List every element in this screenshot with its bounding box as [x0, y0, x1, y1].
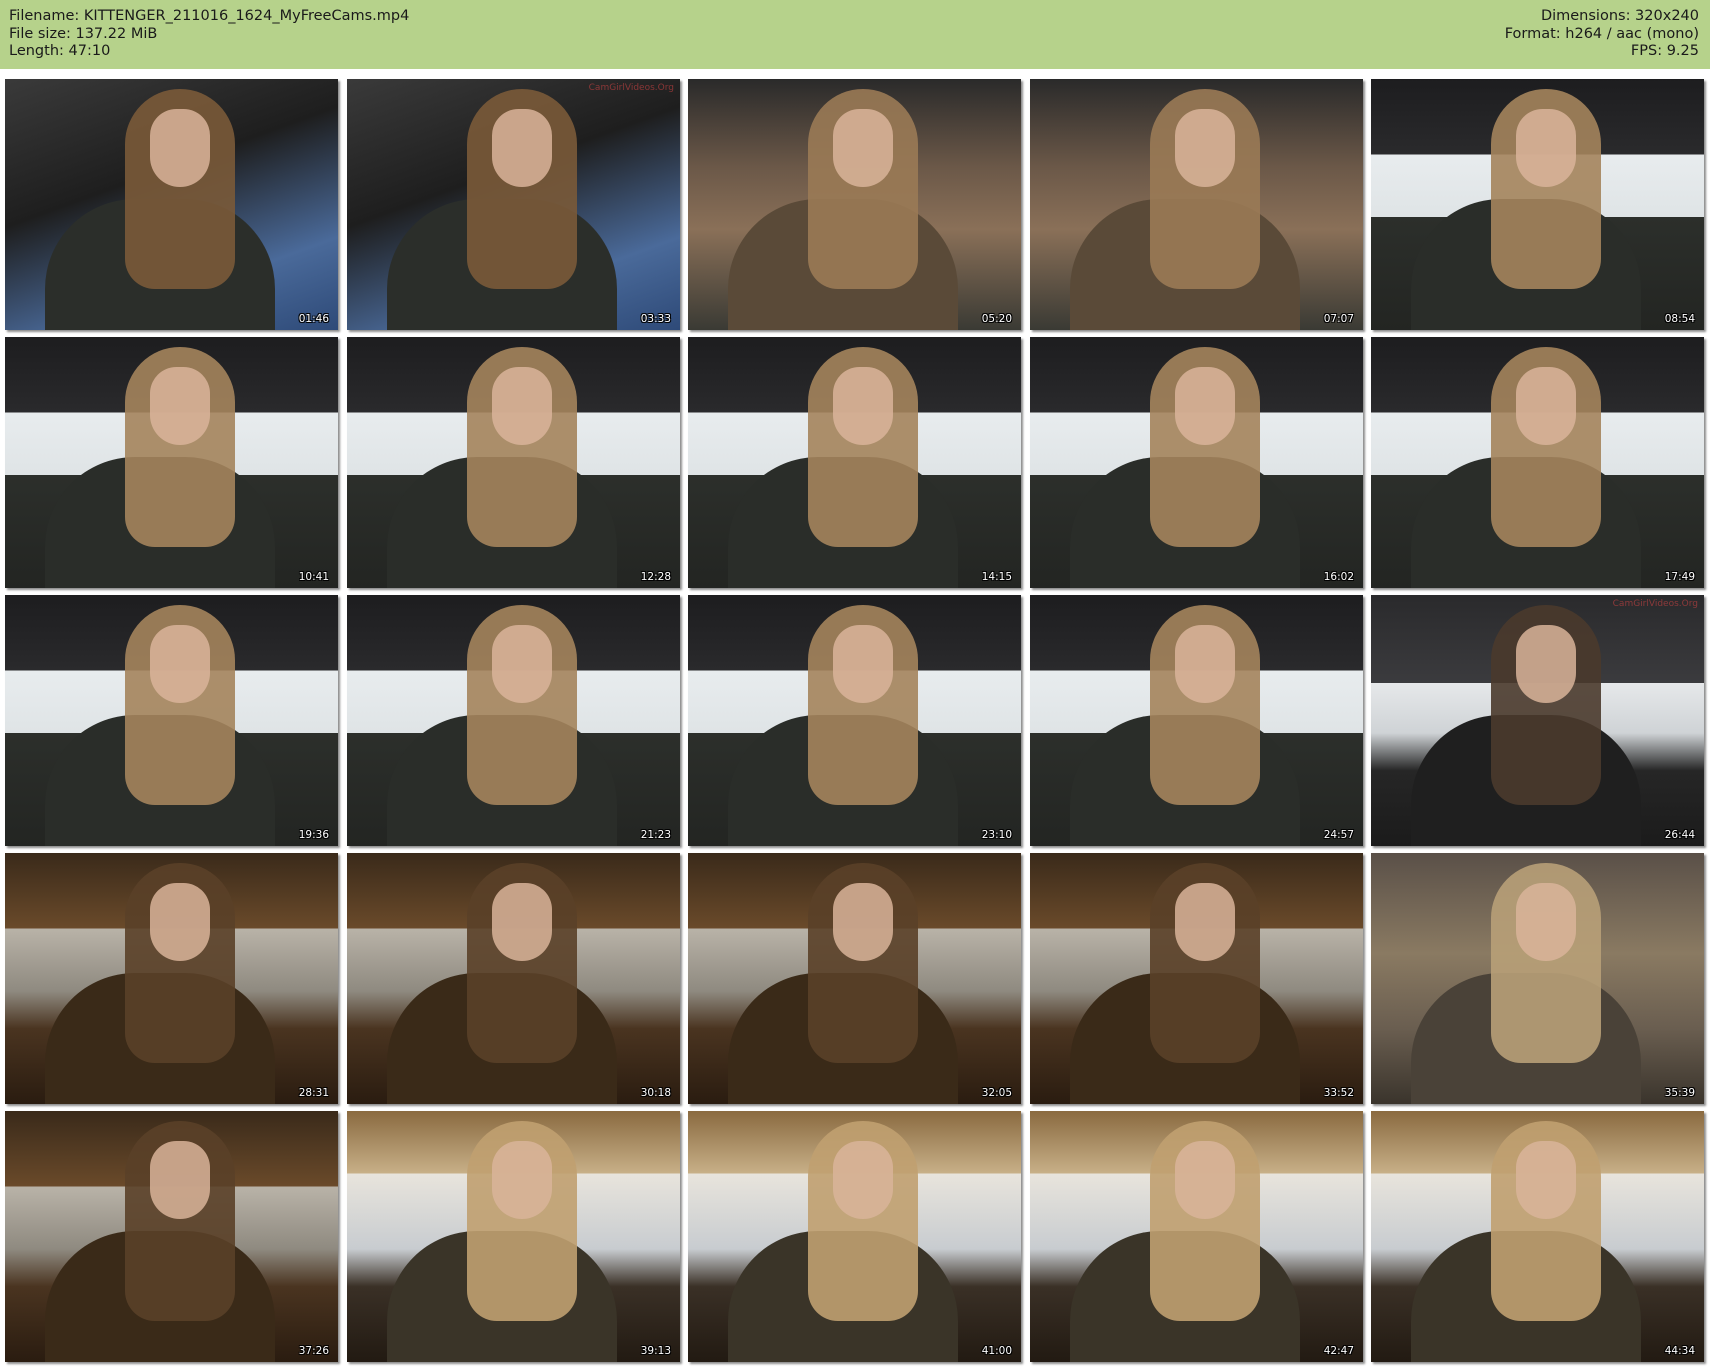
figure-face [150, 1141, 210, 1219]
format-label: Format: h264 / aac (mono) [1504, 25, 1699, 42]
thumbnail-frame: 35:39 [1371, 853, 1704, 1104]
timestamp-label: 12:28 [640, 571, 671, 583]
figure-face [833, 367, 893, 445]
timestamp-label: 33:52 [1323, 1087, 1354, 1099]
timestamp-label: 05:20 [981, 313, 1012, 325]
figure-face [492, 109, 552, 187]
thumbnail-frame: 23:10 [688, 595, 1021, 846]
thumbnail-frame: 42:47 [1030, 1111, 1363, 1362]
thumbnail-frame: 10:41 [5, 337, 338, 588]
timestamp-label: 41:00 [981, 1345, 1012, 1357]
figure-face [1516, 1141, 1576, 1219]
timestamp-label: 30:18 [640, 1087, 671, 1099]
media-info: Dimensions: 320x240 Format: h264 / aac (… [1505, 8, 1699, 61]
timestamp-label: 28:31 [298, 1087, 329, 1099]
timestamp-label: 01:46 [298, 313, 329, 325]
figure-face [1175, 883, 1235, 961]
thumbnail-frame: 44:34 [1371, 1111, 1704, 1362]
timestamp-label: 44:34 [1664, 1345, 1695, 1357]
thumbnail-frame: 05:20 [688, 79, 1021, 330]
thumbnail-frame: 01:46 [5, 79, 338, 330]
thumbnail-frame: 08:54 [1371, 79, 1704, 330]
thumbnail-frame: CamGirlVideos.Org 03:33 [347, 79, 680, 330]
thumbnail-frame: 17:49 [1371, 337, 1704, 588]
thumbnail-frame: 28:31 [5, 853, 338, 1104]
thumbnail-frame: 32:05 [688, 853, 1021, 1104]
figure-face [1516, 883, 1576, 961]
thumbnail-frame: 41:00 [688, 1111, 1021, 1362]
figure-face [150, 883, 210, 961]
thumbnail-frame: 07:07 [1030, 79, 1363, 330]
thumbnail-frame: 30:18 [347, 853, 680, 1104]
figure-face [1175, 109, 1235, 187]
thumbnail-frame: 24:57 [1030, 595, 1363, 846]
timestamp-label: 32:05 [981, 1087, 1012, 1099]
timestamp-label: 23:10 [981, 829, 1012, 841]
timestamp-label: 07:07 [1323, 313, 1354, 325]
thumbnail-frame: 16:02 [1030, 337, 1363, 588]
figure-face [1175, 625, 1235, 703]
thumbnail-frame: 14:15 [688, 337, 1021, 588]
thumbnail-frame: CamGirlVideos.Org 26:44 [1371, 595, 1704, 846]
figure-face [150, 367, 210, 445]
timestamp-label: 26:44 [1664, 829, 1695, 841]
info-header: Filename: KITTENGER_211016_1624_MyFreeCa… [0, 0, 1710, 69]
timestamp-label: 21:23 [640, 829, 671, 841]
dimensions-label: Dimensions: 320x240 [1540, 8, 1699, 24]
length-label: Length: 47:10 [9, 43, 111, 59]
timestamp-label: 03:33 [640, 313, 671, 325]
figure-face [833, 1141, 893, 1219]
thumbnail-frame: 12:28 [347, 337, 680, 588]
figure-face [150, 625, 210, 703]
figure-face [1175, 1141, 1235, 1219]
thumbnail-frame: 37:26 [5, 1111, 338, 1362]
fps-label: FPS: 9.25 [1630, 43, 1699, 59]
timestamp-label: 39:13 [640, 1345, 671, 1357]
timestamp-label: 24:57 [1323, 829, 1354, 841]
file-info: Filename: KITTENGER_211016_1624_MyFreeCa… [9, 8, 409, 61]
timestamp-label: 35:39 [1664, 1087, 1695, 1099]
figure-face [1516, 109, 1576, 187]
figure-face [1516, 625, 1576, 703]
figure-face [833, 109, 893, 187]
figure-face [492, 367, 552, 445]
timestamp-label: 42:47 [1323, 1345, 1354, 1357]
timestamp-label: 37:26 [298, 1345, 329, 1357]
figure-face [492, 883, 552, 961]
timestamp-label: 10:41 [298, 571, 329, 583]
thumbnail-frame: 39:13 [347, 1111, 680, 1362]
thumbnail-frame: 19:36 [5, 595, 338, 846]
timestamp-label: 19:36 [298, 829, 329, 841]
watermark-label: CamGirlVideos.Org [588, 83, 674, 93]
timestamp-label: 16:02 [1323, 571, 1354, 583]
figure-face [1175, 367, 1235, 445]
thumbnail-frame: 21:23 [347, 595, 680, 846]
figure-face [492, 625, 552, 703]
timestamp-label: 17:49 [1664, 571, 1695, 583]
watermark-label: CamGirlVideos.Org [1612, 599, 1698, 609]
figure-face [492, 1141, 552, 1219]
timestamp-label: 08:54 [1664, 313, 1695, 325]
thumbnail-frame: 33:52 [1030, 853, 1363, 1104]
figure-face [833, 625, 893, 703]
timestamp-label: 14:15 [981, 571, 1012, 583]
filename-label: Filename: KITTENGER_211016_1624_MyFreeCa… [9, 8, 410, 24]
figure-face [1516, 367, 1576, 445]
figure-face [833, 883, 893, 961]
figure-face [150, 109, 210, 187]
filesize-label: File size: 137.22 MiB [9, 25, 158, 42]
